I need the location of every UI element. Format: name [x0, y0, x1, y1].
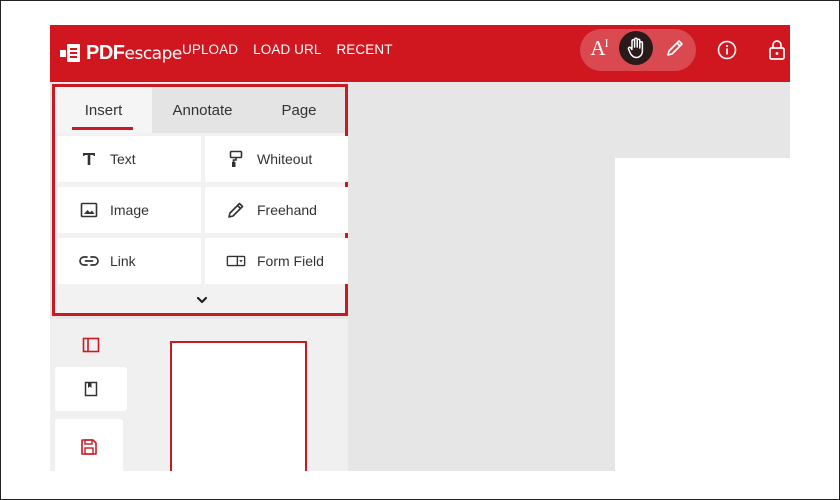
tab-page[interactable]: Page [253, 87, 345, 133]
link-icon [79, 251, 99, 271]
nav-upload[interactable]: UPLOAD [182, 42, 238, 57]
nav-load-url[interactable]: LOAD URL [253, 42, 321, 57]
panel-tabs: Insert Annotate Page [55, 87, 345, 133]
form-field-icon [226, 251, 246, 271]
insert-form-field-button[interactable]: Form Field [205, 238, 348, 284]
insert-text-button[interactable]: Text [58, 136, 201, 182]
logo-text: PDFescape [86, 42, 182, 65]
text-tool-icon[interactable]: AI [582, 31, 616, 65]
pdfescape-app: PDFescape UPLOAD LOAD URL RECENT AI Inse… [50, 25, 790, 471]
hand-glyph [627, 37, 644, 59]
insert-form-field-label: Form Field [257, 253, 324, 269]
pencil-icon[interactable] [658, 31, 692, 65]
tab-insert[interactable]: Insert [55, 87, 152, 133]
logo-mark-icon [60, 44, 80, 62]
bookmark-icon[interactable] [55, 367, 127, 411]
tab-page-label: Page [281, 101, 317, 119]
insert-link-label: Link [110, 253, 136, 269]
lock-icon[interactable] [766, 38, 788, 62]
logo-text-pdf: PDF [86, 41, 125, 64]
text-tool-cursor: I [604, 35, 609, 50]
tab-annotate-label: Annotate [172, 101, 233, 119]
insert-panel: Insert Annotate Page Text Whiteout Image… [52, 84, 348, 316]
insert-text-label: Text [110, 151, 136, 167]
info-icon[interactable] [715, 38, 739, 62]
pencil-icon [226, 200, 246, 220]
sidebar-toggle-icon[interactable] [80, 335, 102, 355]
insert-whiteout-label: Whiteout [257, 151, 313, 167]
document-page[interactable] [615, 158, 790, 471]
whiteout-roller-icon [226, 149, 246, 169]
active-tab-indicator [72, 127, 133, 130]
insert-image-button[interactable]: Image [58, 187, 201, 233]
text-tool-a: A [590, 35, 605, 60]
nav-recent[interactable]: RECENT [336, 42, 392, 57]
insert-image-label: Image [110, 202, 149, 218]
tab-annotate[interactable]: Annotate [152, 87, 253, 133]
save-icon[interactable] [55, 419, 123, 471]
text-t-icon [79, 149, 99, 169]
hand-icon[interactable] [619, 31, 653, 65]
text-tool-glyph: AI [590, 35, 609, 61]
image-icon [79, 200, 99, 220]
chevron-down-icon[interactable] [195, 293, 209, 307]
insert-link-button[interactable]: Link [58, 238, 201, 284]
tab-insert-label: Insert [84, 101, 123, 119]
pencil-glyph [667, 40, 683, 56]
page-thumbnail[interactable] [170, 341, 307, 471]
page-sidebar [50, 319, 348, 471]
insert-whiteout-button[interactable]: Whiteout [205, 136, 348, 182]
top-bar: PDFescape UPLOAD LOAD URL RECENT AI [50, 25, 790, 82]
top-nav: UPLOAD LOAD URL RECENT [182, 42, 393, 57]
logo-text-escape: escape [124, 43, 183, 64]
pdfescape-logo[interactable]: PDFescape [60, 38, 182, 68]
insert-freehand-button[interactable]: Freehand [205, 187, 348, 233]
insert-freehand-label: Freehand [257, 202, 317, 218]
